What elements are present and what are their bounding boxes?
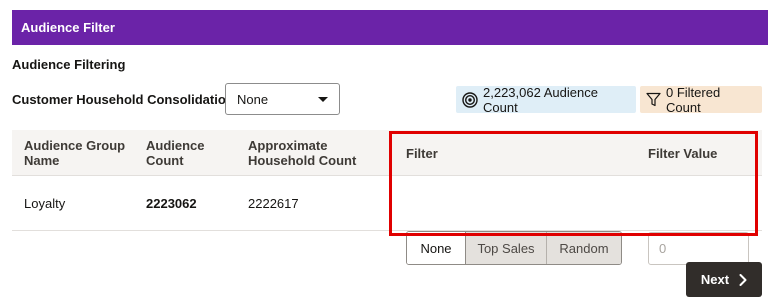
consolidation-label: Customer Household Consolidation [12,92,234,107]
table-row: Loyalty 2223062 2222617 None Top Sales R… [12,176,762,265]
column-header-count-line1: Audience [146,138,205,153]
column-header-group: Audience Group Name [24,138,125,168]
filter-segmented-control: None Top Sales Random [406,231,622,265]
column-header-count: Audience Count [146,138,205,168]
audience-count-text: 2,223,062 Audience Count [483,84,598,115]
column-header-group-line1: Audience Group [24,138,126,153]
filter-option-random[interactable]: Random [547,232,621,264]
filtered-count-badge: 0 Filtered Count [640,84,762,115]
chevron-down-icon [318,96,328,102]
panel-header: Audience Filter [12,10,768,45]
table-header: Audience Group Name Audience Count Appro… [12,130,762,176]
column-header-group-line2: Name [24,153,60,168]
filter-option-none[interactable]: None [407,232,466,264]
next-button[interactable]: Next [686,262,762,297]
cell-group-name: Loyalty [24,196,66,211]
column-header-household-line2: Household Count [248,153,357,168]
chevron-right-icon [739,273,747,286]
target-icon [462,91,478,108]
section-title: Audience Filtering [12,57,126,72]
audience-table: Audience Group Name Audience Count Appro… [12,130,762,265]
column-header-filter: Filter [406,146,438,161]
next-button-label: Next [700,272,730,287]
column-header-household-line1: Approximate [248,138,328,153]
consolidation-select-value: None [237,91,269,107]
column-header-count-line2: Count [146,153,184,168]
consolidation-select[interactable]: None [225,83,340,115]
cell-audience-count: 2223062 [146,196,197,211]
audience-count-badge: 2,223,062 Audience Count [456,84,636,115]
filter-option-top-sales[interactable]: Top Sales [466,232,547,264]
panel-title: Audience Filter [21,20,115,35]
cell-household-count: 2222617 [248,196,299,211]
column-header-household: Approximate Household Count [248,138,356,168]
column-header-filter-value: Filter Value [648,146,718,161]
filtered-count-text: 0 Filtered Count [666,84,721,115]
filter-value-input[interactable]: 0 [648,232,749,265]
filter-value-placeholder: 0 [659,241,667,256]
filter-icon [646,92,661,107]
